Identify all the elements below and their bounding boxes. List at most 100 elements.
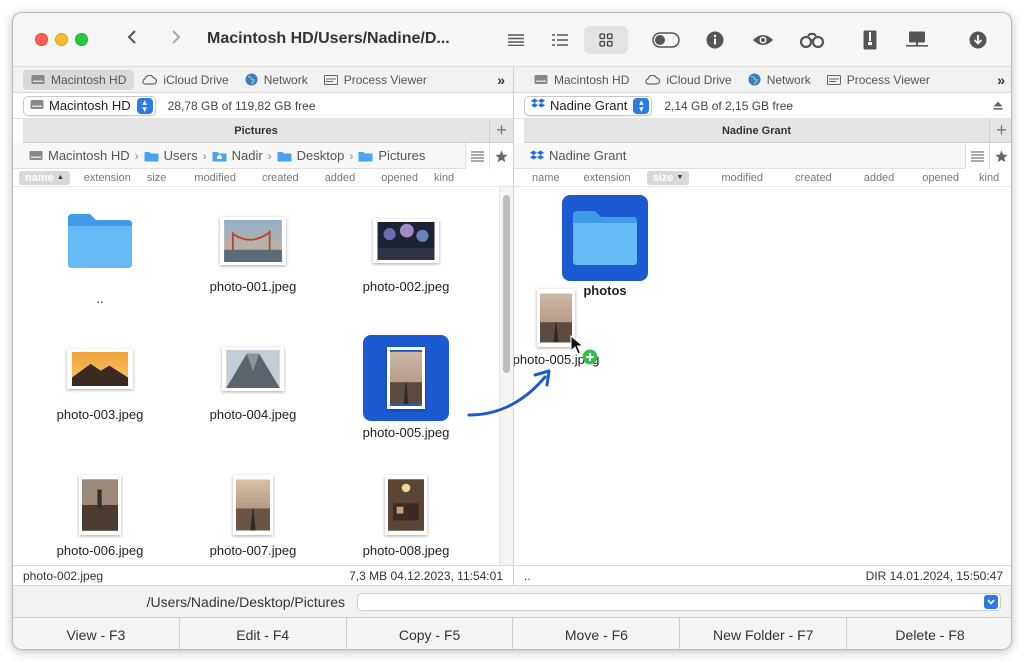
edit-f4-button[interactable]: Edit - F4 [180, 618, 347, 649]
search-button[interactable] [795, 26, 829, 54]
chevron-right-icon: › [349, 148, 354, 163]
left-view-options-button[interactable] [465, 143, 489, 169]
back-button[interactable] [119, 27, 145, 53]
image-thumbnail-icon [233, 475, 273, 535]
hidden-files-toggle[interactable] [649, 26, 683, 54]
file-item-photo-007[interactable]: photo-007.jpeg [188, 473, 318, 558]
file-item-photo-002[interactable]: photo-002.jpeg [341, 209, 471, 294]
left-col-opened[interactable]: opened [375, 171, 424, 185]
file-item-parent[interactable]: .. [35, 209, 165, 306]
view-f3-button[interactable]: View - F3 [13, 618, 180, 649]
right-drive-select[interactable]: Nadine Grant ▴ ▾ [524, 95, 653, 116]
tab-label: Macintosh HD [51, 72, 127, 87]
stepper-icon: ▴ ▾ [136, 97, 153, 114]
zoom-window-button[interactable] [75, 33, 88, 46]
breadcrumb-item[interactable]: Nadir [212, 148, 263, 163]
right-favorites-button[interactable] [989, 143, 1011, 169]
menu-button[interactable] [499, 26, 533, 54]
right-free-space: 2,14 GB of 2,15 GB free [664, 98, 794, 113]
left-tab-process-viewer[interactable]: Process Viewer [316, 70, 435, 90]
quick-look-button[interactable] [746, 26, 780, 54]
file-item-photo-008[interactable]: photo-008.jpeg [341, 473, 471, 558]
info-button[interactable] [698, 26, 732, 54]
breadcrumb-label: Macintosh HD [48, 148, 130, 163]
right-tab-network[interactable]: Network [740, 70, 819, 90]
icon-view-button[interactable] [584, 26, 628, 54]
right-col-created[interactable]: created [789, 171, 838, 185]
forward-button[interactable] [163, 27, 189, 53]
left-add-tab-button[interactable]: + [489, 119, 513, 143]
left-col-added[interactable]: added [319, 171, 362, 185]
right-col-name[interactable]: name [526, 171, 566, 185]
status-file-name: photo-002.jpeg [23, 568, 104, 583]
close-window-button[interactable] [35, 33, 48, 46]
command-line-input[interactable] [357, 593, 1001, 611]
scroll-thumb[interactable] [503, 195, 510, 373]
file-item-photos-folder[interactable]: photos [540, 195, 670, 298]
plus-icon: + [996, 120, 1007, 140]
right-tab-macintosh-hd[interactable]: Macintosh HD [526, 70, 637, 90]
right-tab-process-viewer[interactable]: Process Viewer [819, 70, 938, 90]
minimize-window-button[interactable] [55, 33, 68, 46]
right-more-tabs-button[interactable]: » [997, 72, 1011, 88]
dropbox-icon [530, 150, 544, 162]
left-col-extension[interactable]: extension [78, 171, 137, 185]
left-tab-icloud-drive[interactable]: iCloud Drive [134, 70, 236, 90]
breadcrumb-item[interactable]: Desktop [277, 148, 345, 163]
right-tab-icloud-drive[interactable]: iCloud Drive [637, 70, 739, 90]
list-view-button[interactable] [543, 26, 577, 54]
chevron-right-icon: › [134, 148, 139, 163]
breadcrumb-item[interactable]: Pictures [358, 148, 425, 163]
archive-button[interactable] [853, 26, 887, 54]
breadcrumb-label: Desktop [296, 148, 345, 163]
network-drive-icon [906, 31, 928, 47]
move-f6-button[interactable]: Move - F6 [513, 618, 681, 649]
file-item-photo-005[interactable]: photo-005.jpeg [341, 335, 471, 440]
add-copy-icon [582, 349, 598, 365]
hard-drive-icon [31, 74, 45, 85]
left-file-grid: .. photo-001.jpeg photo-002.jpeg photo-0… [13, 187, 499, 565]
delete-f8-button[interactable]: Delete - F8 [847, 618, 1011, 649]
binoculars-icon [799, 32, 825, 48]
plus-icon: + [496, 120, 507, 140]
left-col-kind[interactable]: kind [428, 171, 460, 185]
left-tab-macintosh-hd[interactable]: Macintosh HD [23, 69, 135, 90]
breadcrumb-item[interactable]: Macintosh HD [29, 148, 130, 163]
left-more-tabs-button[interactable]: » [497, 72, 513, 88]
download-button[interactable] [961, 26, 995, 54]
right-add-tab-button[interactable]: + [989, 119, 1011, 143]
left-col-modified[interactable]: modified [188, 171, 242, 185]
right-file-grid: photos photo-005.jpeg [514, 187, 1011, 565]
chevron-right-icon: › [267, 148, 272, 163]
right-col-added[interactable]: added [858, 171, 901, 185]
right-col-kind[interactable]: kind [973, 171, 1005, 185]
left-favorites-button[interactable] [489, 143, 513, 169]
breadcrumb-item[interactable]: Users [144, 148, 198, 163]
left-drive-select[interactable]: Macintosh HD ▴ ▾ [23, 95, 156, 116]
file-item-photo-006[interactable]: photo-006.jpeg [35, 473, 165, 558]
breadcrumb-item[interactable]: Nadine Grant [530, 148, 626, 163]
right-col-modified[interactable]: modified [715, 171, 769, 185]
left-tab-network[interactable]: Network [237, 70, 316, 90]
copy-f5-button[interactable]: Copy - F5 [347, 618, 514, 649]
process-icon [323, 74, 338, 85]
file-item-photo-004[interactable]: photo-004.jpeg [188, 337, 318, 422]
right-col-size[interactable]: size ▼ [646, 170, 690, 185]
left-col-created[interactable]: created [256, 171, 305, 185]
right-col-opened[interactable]: opened [916, 171, 965, 185]
right-view-options-button[interactable] [965, 143, 989, 169]
left-col-name[interactable]: name ▲ [19, 170, 70, 185]
chevron-left-icon [127, 30, 136, 44]
file-item-photo-003[interactable]: photo-003.jpeg [35, 337, 165, 422]
toggle-icon [652, 32, 680, 48]
command-line-path: /Users/Nadine/Desktop/Pictures [146, 593, 345, 610]
connect-server-button[interactable] [900, 26, 934, 54]
new-folder-f7-button[interactable]: New Folder - F7 [680, 618, 848, 649]
hamburger-icon [508, 34, 524, 46]
right-col-extension[interactable]: extension [578, 171, 637, 185]
left-col-size[interactable]: size [141, 171, 173, 185]
file-item-photo-001[interactable]: photo-001.jpeg [188, 209, 318, 294]
status-file-name: .. [524, 568, 531, 583]
command-history-dropdown[interactable] [984, 595, 998, 609]
eject-icon[interactable] [993, 99, 1003, 113]
